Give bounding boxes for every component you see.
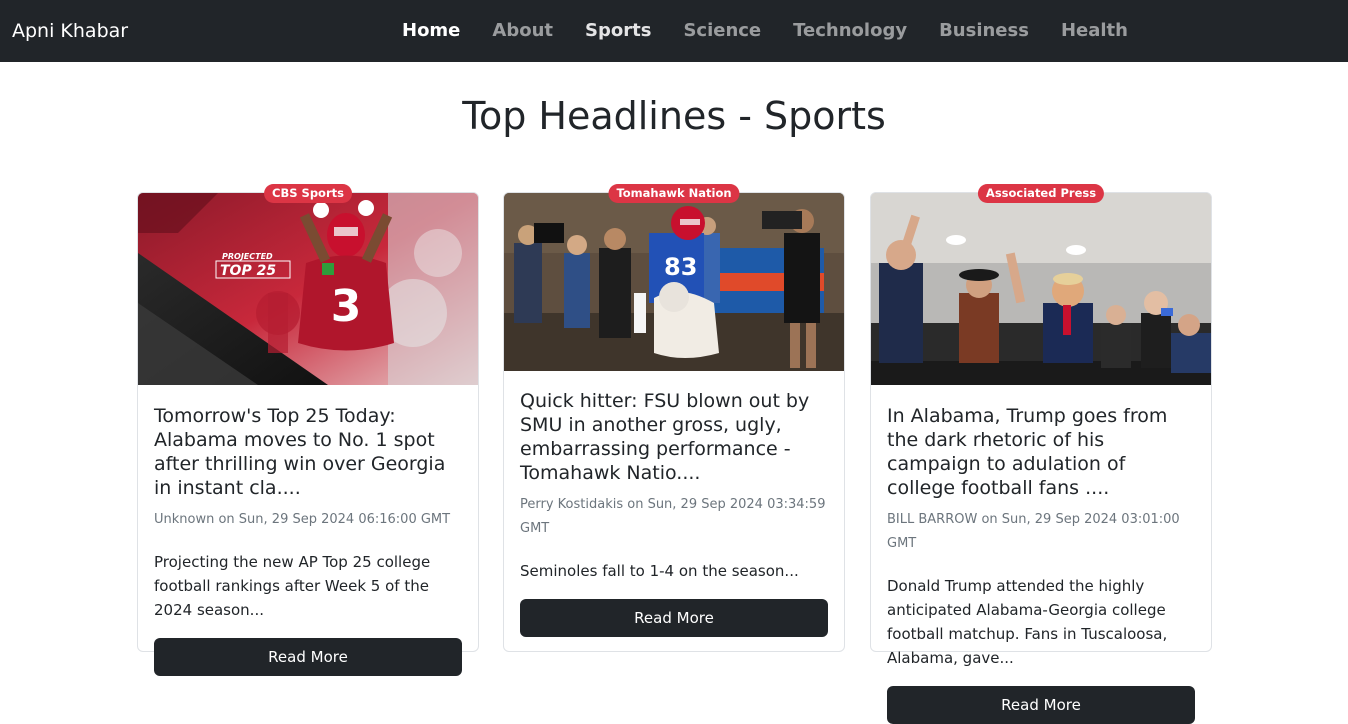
read-more-button[interactable]: Read More <box>887 686 1195 724</box>
nav-menu: Home About Sports Science Technology Bus… <box>386 0 1144 62</box>
image-caption-projected: PROJECTED <box>222 252 273 261</box>
nav-link-science[interactable]: Science <box>667 0 777 62</box>
source-badge: Associated Press <box>977 184 1105 203</box>
article-image-graphic: 3 PROJECTED TOP 25 <box>138 193 478 385</box>
jersey-number: 3 <box>331 281 362 332</box>
article-title: Quick hitter: FSU blown out by SMU in an… <box>520 390 810 484</box>
article-description: Projecting the new AP Top 25 college foo… <box>154 553 431 619</box>
nav-link-business[interactable]: Business <box>923 0 1045 62</box>
image-caption-top25: TOP 25 <box>220 263 276 279</box>
card-body: Tomorrow's Top 25 Today: Alabama moves t… <box>138 385 478 676</box>
read-more-button[interactable]: Read More <box>154 638 462 676</box>
article-image-graphic: 83 <box>504 193 844 371</box>
article-image-graphic <box>871 193 1211 385</box>
nav-link-about[interactable]: About <box>476 0 569 62</box>
source-badge: CBS Sports <box>264 184 352 203</box>
nav-link-sports[interactable]: Sports <box>569 0 667 62</box>
article-image <box>871 193 1211 385</box>
news-card: CBS Sports 3 PROJECTED TOP 25 Tomorrow's… <box>137 184 479 676</box>
nav-link-technology[interactable]: Technology <box>777 0 923 62</box>
card-body: Quick hitter: FSU blown out by SMU in an… <box>504 371 844 637</box>
article-meta: Unknown on Sun, 29 Sep 2024 06:16:00 GMT <box>154 512 451 527</box>
source-badge: Tomahawk Nation <box>608 184 740 203</box>
article-image: 3 PROJECTED TOP 25 <box>138 193 478 385</box>
article-title: In Alabama, Trump goes from the dark rhe… <box>887 405 1168 499</box>
article-image: 83 <box>504 193 844 371</box>
nav-item-health: Health <box>1045 0 1144 62</box>
nav-item-business: Business <box>923 0 1045 62</box>
article-meta: BILL BARROW on Sun, 29 Sep 2024 03:01:00… <box>887 512 1180 551</box>
news-card: Tomahawk Nation 83 Quick hitter: FSU blo… <box>503 184 845 652</box>
nav-item-about: About <box>476 0 569 62</box>
brand-link[interactable]: Apni Khabar <box>12 0 128 62</box>
top-navbar: Apni Khabar Home About Sports Science Te… <box>0 0 1348 62</box>
nav-link-health[interactable]: Health <box>1045 0 1144 62</box>
nav-item-science: Science <box>667 0 777 62</box>
jersey-number: 83 <box>664 253 697 281</box>
news-card: Associated Press In Alabama, Trump goes … <box>870 184 1212 724</box>
nav-item-technology: Technology <box>777 0 923 62</box>
article-description: Donald Trump attended the highly anticip… <box>887 577 1168 667</box>
article-meta: Perry Kostidakis on Sun, 29 Sep 2024 03:… <box>520 497 826 536</box>
nav-link-home[interactable]: Home <box>386 0 476 62</box>
read-more-button[interactable]: Read More <box>520 599 828 637</box>
page-title: Top Headlines - Sports <box>462 94 886 138</box>
nav-item-sports: Sports <box>569 0 667 62</box>
article-description: Seminoles fall to 1-4 on the season... <box>520 562 799 580</box>
nav-item-home: Home <box>386 0 476 62</box>
article-title: Tomorrow's Top 25 Today: Alabama moves t… <box>154 405 446 499</box>
card-body: In Alabama, Trump goes from the dark rhe… <box>871 385 1211 724</box>
